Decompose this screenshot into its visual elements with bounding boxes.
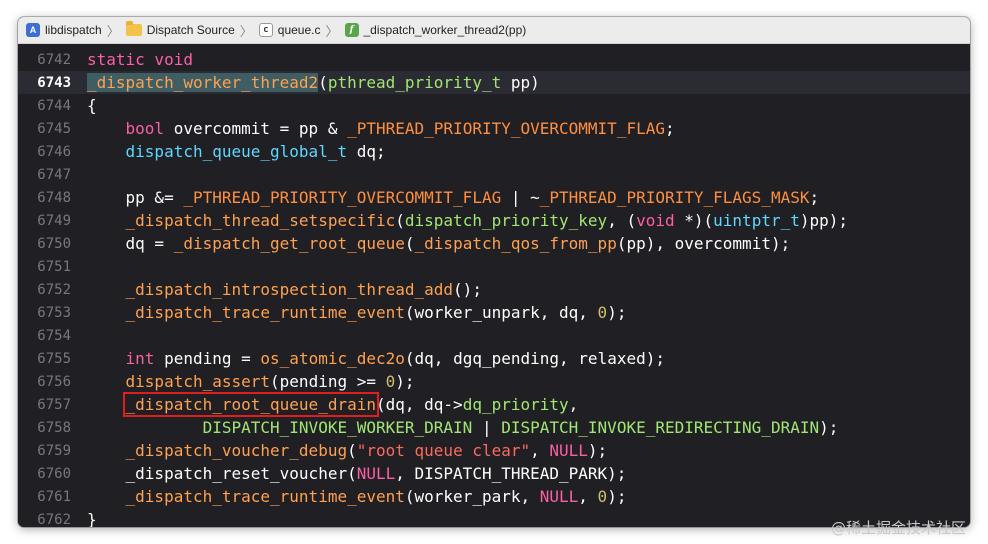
watermark: @稀土掘金技术社区 [830,519,966,537]
line-number: 6757 [37,396,71,413]
line-number: 6754 [37,327,71,344]
code-line[interactable]: 6751 [18,255,970,278]
xcode-editor-window: A libdispatch 〉 Dispatch Source 〉 c queu… [18,17,970,527]
line-number: 6753 [37,304,71,321]
function-icon: f [344,23,359,37]
line-number: 6762 [37,511,71,528]
code-text: int pending = os_atomic_dec2o(dq, dgq_pe… [125,349,665,368]
line-number: 6758 [37,419,71,436]
line-number: 6759 [37,442,71,459]
breadcrumb-folder[interactable]: Dispatch Source [125,21,235,37]
line-number: 6760 [37,465,71,482]
code-line-current[interactable]: 6743 _dispatch_worker_thread2(pthread_pr… [18,71,970,94]
code-text: bool overcommit = pp & _PTHREAD_PRIORITY… [125,119,675,138]
code-text: dispatch_queue_global_t dq; [125,142,386,161]
code-line[interactable]: 6754 [18,324,970,347]
chevron-right-icon: 〉 [325,23,339,39]
code-text: _dispatch_trace_runtime_event(worker_par… [125,487,627,506]
code-text: DISPATCH_INVOKE_WORKER_DRAIN | DISPATCH_… [202,418,839,437]
code-line[interactable]: 6744 { [18,94,970,117]
code-line[interactable]: 6758 DISPATCH_INVOKE_WORKER_DRAIN | DISP… [18,416,970,439]
code-text: _dispatch_root_queue_drain(dq, dq->dq_pr… [122,392,579,417]
code-text: _dispatch_thread_setspecific(dispatch_pr… [125,211,849,230]
code-text: } [87,510,97,527]
chevron-right-icon: 〉 [239,23,253,39]
line-number: 6761 [37,488,71,505]
code-line[interactable]: 6753 _dispatch_trace_runtime_event(worke… [18,301,970,324]
code-text: static void [87,50,193,69]
code-editor[interactable]: 6742 static void 6743 _dispatch_worker_t… [18,44,970,527]
code-text: _dispatch_voucher_debug("root queue clea… [125,441,608,460]
code-line[interactable]: 6749 _dispatch_thread_setspecific(dispat… [18,209,970,232]
line-number: 6745 [37,120,71,137]
line-number: 6747 [37,166,71,183]
breadcrumb-project[interactable]: A libdispatch [26,23,102,37]
breadcrumb-file-label: queue.c [277,23,321,37]
c-file-icon: c [258,23,273,37]
selected-symbol: _dispatch_worker_thread2 [87,73,319,92]
code-line[interactable]: 6755 int pending = os_atomic_dec2o(dq, d… [18,347,970,370]
breadcrumb-file[interactable]: c queue.c [258,23,321,37]
code-text: dispatch_assert(pending >= 0); [125,372,415,391]
code-line[interactable]: 6748 pp &= _PTHREAD_PRIORITY_OVERCOMMIT_… [18,186,970,209]
code-line[interactable]: 6750 dq = _dispatch_get_root_queue(_disp… [18,232,970,255]
code-line[interactable]: 6757 _dispatch_root_queue_drain(dq, dq->… [18,392,970,417]
line-number: 6744 [37,97,71,114]
line-number: 6746 [37,143,71,160]
line-number: 6750 [37,235,71,252]
jump-bar: A libdispatch 〉 Dispatch Source 〉 c queu… [18,17,970,44]
line-number: 6742 [37,51,71,68]
breadcrumb-folder-label: Dispatch Source [146,23,235,37]
breadcrumb-project-label: libdispatch [45,23,102,37]
breadcrumb-symbol-label: _dispatch_worker_thread2(pp) [363,23,527,37]
code-line[interactable]: 6745 bool overcommit = pp & _PTHREAD_PRI… [18,117,970,140]
line-number: 6743 [37,74,71,91]
highlighted-function-box: _dispatch_root_queue_drain [122,392,379,417]
code-text: pp &= _PTHREAD_PRIORITY_OVERCOMMIT_FLAG … [87,188,820,207]
chevron-right-icon: 〉 [106,23,120,39]
code-line[interactable]: 6756 dispatch_assert(pending >= 0); [18,370,970,393]
code-line[interactable]: 6761 _dispatch_trace_runtime_event(worke… [18,485,970,508]
line-number: 6756 [37,373,71,390]
folder-icon [125,21,142,36]
code-text: dq = _dispatch_get_root_queue(_dispatch_… [87,234,791,253]
line-number: 6752 [37,281,71,298]
code-text: _dispatch_trace_runtime_event(worker_unp… [125,303,627,322]
code-line[interactable]: 6760 _dispatch_reset_voucher(NULL, DISPA… [18,462,970,485]
breadcrumb-symbol[interactable]: f _dispatch_worker_thread2(pp) [344,23,527,37]
xcode-project-icon: A [26,23,40,37]
code-text: _dispatch_reset_voucher(NULL, DISPATCH_T… [87,464,627,483]
line-number: 6751 [37,258,71,275]
line-number: 6748 [37,189,71,206]
code-text: { [87,96,97,115]
code-line[interactable]: 6759 _dispatch_voucher_debug("root queue… [18,439,970,462]
code-line[interactable]: 6762 } [18,508,970,527]
code-line[interactable]: 6746 dispatch_queue_global_t dq; [18,140,970,163]
line-number: 6749 [37,212,71,229]
line-number: 6755 [37,350,71,367]
code-line[interactable]: 6752 _dispatch_introspection_thread_add(… [18,278,970,301]
code-line[interactable]: 6742 static void [18,48,970,71]
code-text: _dispatch_worker_thread2(pthread_priorit… [87,73,540,92]
code-text: _dispatch_introspection_thread_add(); [125,280,482,299]
code-line[interactable]: 6747 [18,163,970,186]
